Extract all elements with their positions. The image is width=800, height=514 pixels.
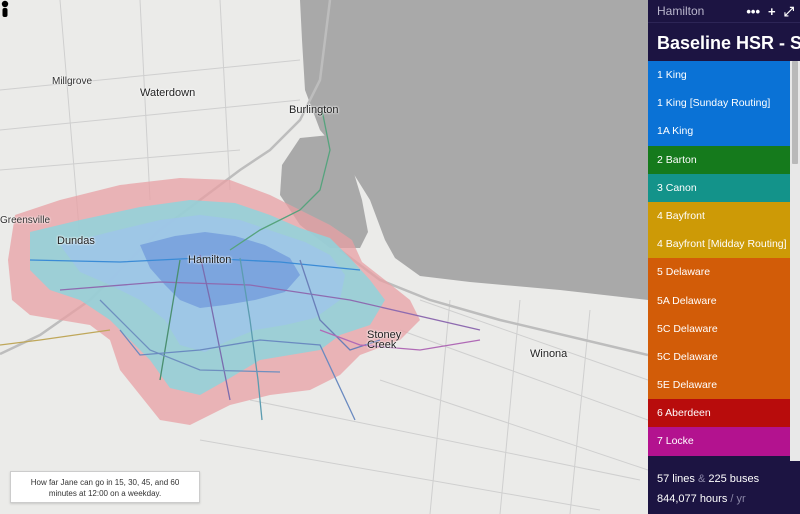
line-item[interactable]: 5C Delaware bbox=[648, 342, 790, 372]
isochrone-caption: How far Jane can go in 15, 30, 45, and 6… bbox=[10, 471, 200, 503]
place-millgrove: Millgrove bbox=[52, 76, 93, 87]
more-options-icon[interactable]: ••• bbox=[746, 5, 760, 18]
line-item[interactable]: 1 King bbox=[648, 61, 790, 90]
line-item[interactable]: 1A King bbox=[648, 117, 790, 146]
line-item[interactable]: 3 Canon bbox=[648, 173, 790, 202]
line-item[interactable]: 6 Aberdeen bbox=[648, 399, 790, 428]
scrollbar-thumb[interactable] bbox=[792, 61, 798, 164]
line-item[interactable]: 4 Bayfront bbox=[648, 201, 790, 231]
caption-text: How far Jane can go in 15, 30, 45, and 6… bbox=[30, 478, 180, 498]
panel-topbar: Hamilton ••• + ⤢ bbox=[648, 0, 800, 23]
place-stoney-creek: Stoney Creek bbox=[367, 329, 402, 351]
line-item[interactable]: 1 King [Sunday Routing] bbox=[648, 89, 790, 118]
line-list-scrollbar[interactable] bbox=[790, 61, 800, 461]
map-canvas bbox=[0, 0, 648, 514]
lines-count: 57 lines bbox=[657, 473, 695, 485]
stats-ampersand: & bbox=[697, 473, 706, 485]
place-dundas: Dundas bbox=[57, 235, 95, 247]
line-item[interactable]: 5E Delaware bbox=[648, 371, 790, 400]
line-item[interactable]: 5C Delaware bbox=[648, 314, 790, 343]
map-view[interactable]: Millgrove Waterdown Burlington Greensvil… bbox=[0, 0, 648, 514]
line-list: 1 King 1 King [Sunday Routing] 1A King 2 Ba… bbox=[648, 61, 790, 461]
city-name: Hamilton bbox=[657, 4, 705, 18]
buses-count: 225 buses bbox=[708, 473, 760, 485]
place-greensville: Greensville bbox=[0, 215, 51, 226]
scenario-panel: Hamilton ••• + ⤢ Baseline HSR - Sto 1 Ki… bbox=[648, 0, 800, 514]
add-icon[interactable]: + bbox=[768, 5, 776, 18]
line-item[interactable]: 5 Delaware bbox=[648, 258, 790, 287]
scenario-title: Baseline HSR - Sto bbox=[657, 33, 800, 53]
collapse-icon[interactable]: ⤢ bbox=[784, 5, 794, 18]
place-hamilton: Hamilton bbox=[188, 254, 232, 266]
place-burlington: Burlington bbox=[289, 104, 339, 116]
line-item[interactable]: 4 Bayfront [Midday Routing] bbox=[648, 230, 790, 259]
hours-count: 844,077 hours bbox=[657, 493, 728, 505]
line-item[interactable]: 2 Barton bbox=[648, 145, 790, 174]
place-waterdown: Waterdown bbox=[140, 87, 196, 99]
per-year-label: / yr bbox=[730, 493, 746, 505]
place-winona: Winona bbox=[530, 348, 568, 360]
person-marker-icon[interactable] bbox=[0, 0, 10, 20]
scenario-stats: 57 lines & 225 buses 844,077 hours / yr bbox=[648, 461, 800, 514]
line-item[interactable]: 5A Delaware bbox=[648, 286, 790, 315]
line-item[interactable]: 7 Locke bbox=[648, 427, 790, 456]
